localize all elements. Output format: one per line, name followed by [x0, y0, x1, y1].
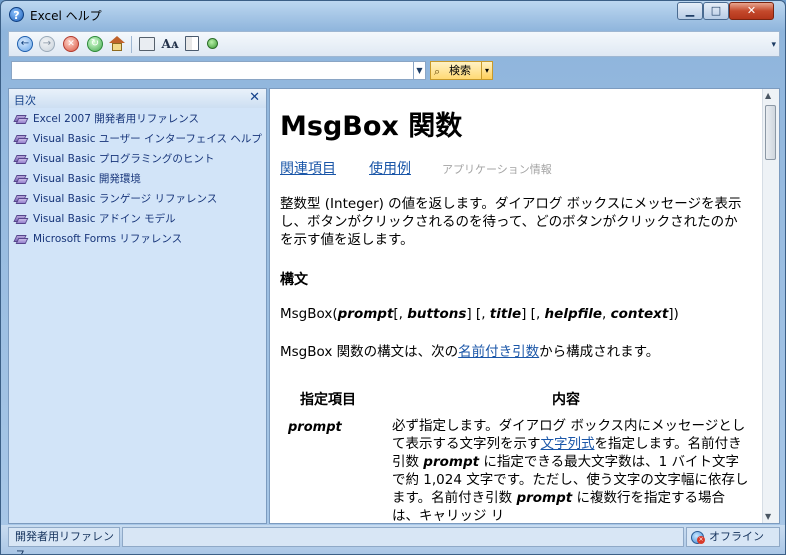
search-dropdown-icon[interactable]: ▼ — [414, 61, 426, 80]
back-icon[interactable]: ← — [17, 36, 33, 52]
toolbar-separator — [131, 36, 132, 53]
vertical-scrollbar[interactable]: ▲ ▼ — [762, 89, 779, 523]
home-icon[interactable] — [109, 36, 125, 51]
search-options-icon[interactable]: ▾ — [482, 61, 493, 80]
scroll-up-icon[interactable]: ▲ — [765, 91, 771, 100]
related-topics-link[interactable]: 関連項目 — [280, 158, 336, 178]
pin-icon[interactable] — [207, 38, 218, 49]
window-title: Excel ヘルプ — [30, 9, 102, 23]
toc-header: 目次 ✕ — [9, 89, 266, 109]
help-icon: ? — [9, 7, 24, 22]
status-middle — [122, 527, 684, 547]
forward-icon[interactable]: → — [39, 36, 55, 52]
print-icon[interactable] — [139, 37, 155, 51]
toolbar: ← → ✕ ↻ Aᴀ ▾ — [8, 31, 780, 57]
toc-item-label: Excel 2007 開発者用リファレンス — [33, 113, 200, 125]
named-arguments-link[interactable]: 名前付き引数 — [458, 344, 539, 360]
search-row: ▼ ⌕ 検索 ▾ — [8, 59, 780, 84]
arg-name-prompt: prompt — [288, 420, 342, 435]
connection-status[interactable]: × オフライン — [686, 527, 780, 547]
refresh-icon[interactable]: ↻ — [87, 36, 103, 52]
book-icon — [13, 233, 29, 244]
offline-label: オフライン — [709, 530, 764, 543]
table-header-content: 内容 — [552, 392, 580, 408]
search-button[interactable]: ⌕ 検索 — [430, 61, 482, 80]
close-button[interactable]: ✕ — [729, 2, 774, 20]
syntax-line: MsgBox(prompt[, buttons] [, title] [, he… — [280, 306, 679, 322]
arg-desc-prompt: 必ず指定します。ダイアログ ボックス内にメッセージとして表示する文字列を示す文字… — [392, 418, 749, 524]
font-size-icon[interactable]: Aᴀ — [161, 36, 179, 52]
toc-pane: 目次 ✕ Excel 2007 開発者用リファレンス Visual Basic … — [8, 88, 267, 524]
toc-item-label: Visual Basic アドイン モデル — [33, 213, 176, 225]
toc-item-label: Visual Basic プログラミングのヒント — [33, 153, 215, 165]
search-icon: ⌕ — [434, 65, 441, 78]
book-icon — [13, 193, 29, 204]
scroll-down-icon[interactable]: ▼ — [765, 512, 771, 521]
maximize-button[interactable]: □ — [703, 2, 729, 20]
app-info-link: アプリケーション情報 — [442, 163, 552, 176]
toc-item-label: Microsoft Forms リファレンス — [33, 233, 183, 245]
scroll-thumb[interactable] — [765, 105, 776, 160]
toc-close-icon[interactable]: ✕ — [249, 90, 260, 105]
content-pane: MsgBox 関数 関連項目 使用例 アプリケーション情報 整数型 (Integ… — [269, 88, 780, 524]
page-title: MsgBox 関数 — [280, 111, 463, 142]
search-input[interactable] — [11, 61, 414, 80]
offline-x-icon: × — [697, 536, 705, 544]
book-icon — [13, 213, 29, 224]
title-bar[interactable]: ? Excel ヘルプ ▁ □ ✕ — [1, 1, 785, 29]
toolbar-overflow-icon[interactable]: ▾ — [771, 40, 776, 50]
toc-title: 目次 — [14, 94, 36, 107]
help-window: ? Excel ヘルプ ▁ □ ✕ ← → ✕ ↻ Aᴀ ▾ ▼ ⌕ 検索 ▾ … — [0, 0, 786, 555]
status-category: 開発者用リファレンス — [8, 527, 120, 554]
string-expression-link[interactable]: 文字列式 — [541, 436, 595, 452]
example-link[interactable]: 使用例 — [369, 158, 411, 178]
minimize-button[interactable]: ▁ — [677, 2, 703, 20]
status-bar: 開発者用リファレンス × オフライン — [1, 525, 785, 554]
search-button-label: 検索 — [449, 64, 471, 77]
intro-paragraph: 整数型 (Integer) の値を返します。ダイアログ ボックスにメッセージを表… — [280, 196, 742, 248]
stop-icon[interactable]: ✕ — [63, 36, 79, 52]
book-icon — [13, 173, 29, 184]
syntax-description: MsgBox 関数の構文は、次の名前付き引数から構成されます。 — [280, 344, 660, 360]
book-icon — [13, 153, 29, 164]
book-icon — [13, 133, 29, 144]
syntax-heading: 構文 — [280, 272, 308, 288]
toc-list: Excel 2007 開発者用リファレンス Visual Basic ユーザー … — [9, 108, 266, 523]
book-icon — [13, 113, 29, 124]
toc-item-label: Visual Basic ランゲージ リファレンス — [33, 193, 218, 205]
toc-item-label: Visual Basic 開発環境 — [33, 173, 141, 185]
toc-item-label: Visual Basic ユーザー インターフェイス ヘルプ — [33, 133, 262, 145]
toc-book-icon[interactable] — [185, 36, 199, 51]
table-header-item: 指定項目 — [300, 392, 356, 408]
